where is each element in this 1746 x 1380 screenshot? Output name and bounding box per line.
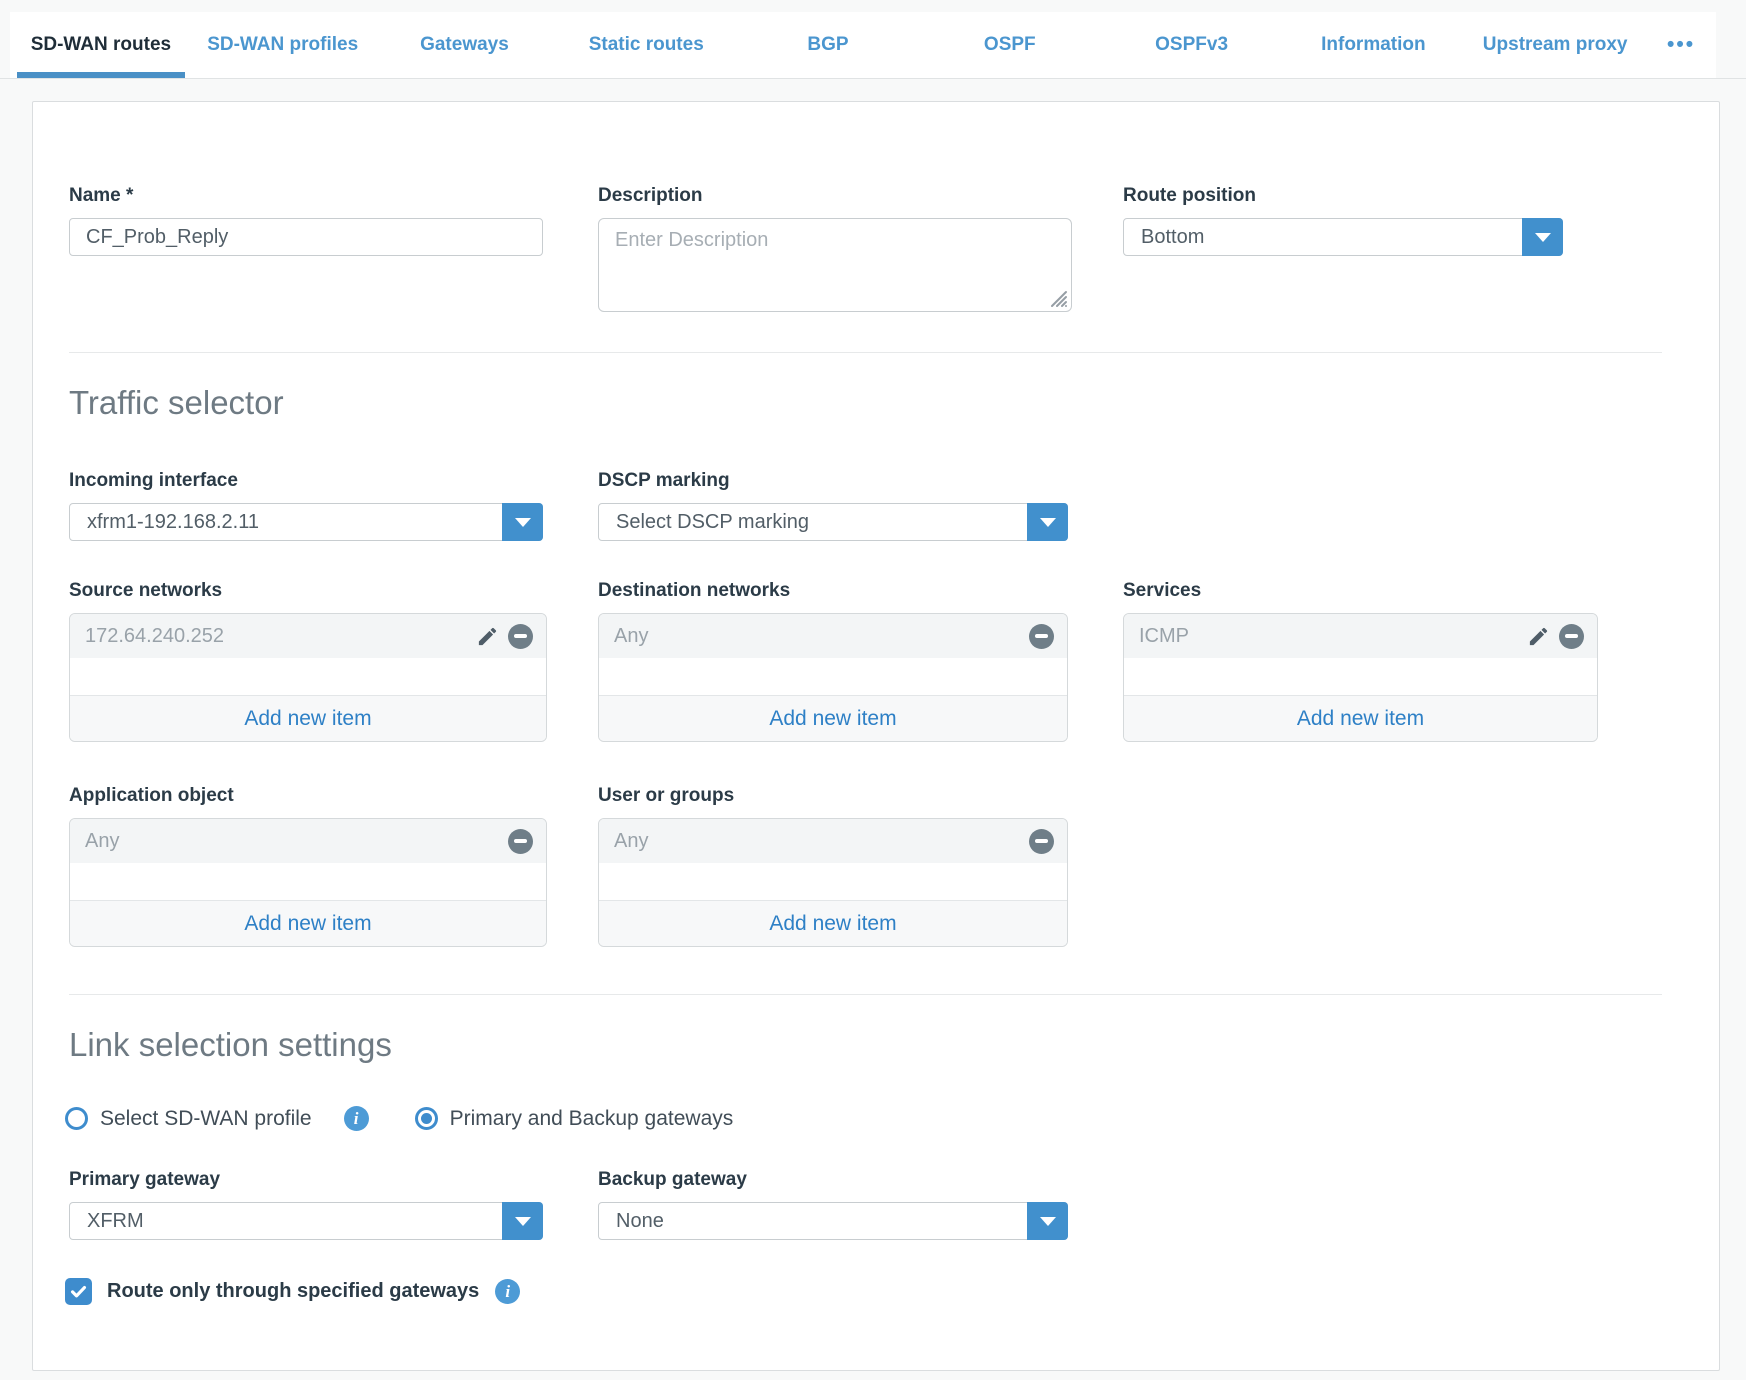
sd-wan-route-form-panel: Name * Description Route position <box>32 101 1720 1371</box>
source-networks-label: Source networks <box>69 579 547 603</box>
radio-label: Select SD-WAN profile <box>100 1107 312 1131</box>
list-empty-area <box>1124 658 1597 695</box>
dscp-marking-label: DSCP marking <box>598 469 1068 493</box>
resize-grip-icon[interactable] <box>1048 288 1068 308</box>
description-textarea[interactable] <box>598 218 1072 312</box>
tab-label: Information <box>1321 34 1426 56</box>
chevron-down-icon[interactable] <box>502 1202 543 1240</box>
traffic-selector-heading: Traffic selector <box>69 383 1719 423</box>
user-or-groups-label: User or groups <box>598 784 1068 808</box>
link-selection-heading: Link selection settings <box>69 1025 1719 1065</box>
add-new-item-button[interactable]: Add new item <box>70 695 546 741</box>
application-object-label: Application object <box>69 784 547 808</box>
tab-label: BGP <box>807 34 848 56</box>
checkmark-icon <box>69 1282 88 1301</box>
edit-icon[interactable] <box>476 625 499 648</box>
tab-label: OSPF <box>984 34 1036 56</box>
backup-gateway-select[interactable]: None <box>598 1202 1068 1240</box>
remove-icon[interactable] <box>508 829 533 854</box>
tab-label: Upstream proxy <box>1483 34 1628 56</box>
source-networks-box: 172.64.240.252 Add new item <box>69 613 547 742</box>
ellipsis-icon: ••• <box>1667 33 1695 57</box>
tabbar-bottom-border <box>0 78 1746 79</box>
edit-icon[interactable] <box>1527 625 1550 648</box>
list-item: Any <box>70 819 546 863</box>
route-position-select[interactable]: Bottom <box>1123 218 1563 256</box>
name-label: Name * <box>69 184 547 208</box>
info-icon[interactable]: i <box>344 1106 369 1131</box>
chevron-down-icon[interactable] <box>1522 218 1563 256</box>
backup-gateway-value: None <box>599 1210 664 1233</box>
list-item: Any <box>599 614 1067 658</box>
dscp-marking-value: Select DSCP marking <box>599 511 809 534</box>
tab-ospf[interactable]: OSPF <box>919 12 1101 78</box>
application-object-box: Any Add new item <box>69 818 547 947</box>
radio-select-sd-wan-profile[interactable] <box>65 1107 88 1130</box>
list-item-value: Any <box>85 830 508 853</box>
primary-gateway-label: Primary gateway <box>69 1168 547 1192</box>
divider <box>69 994 1662 995</box>
dscp-marking-select[interactable]: Select DSCP marking <box>598 503 1068 541</box>
tab-ospfv3[interactable]: OSPFv3 <box>1101 12 1283 78</box>
list-item: 172.64.240.252 <box>70 614 546 658</box>
tab-label: Gateways <box>420 34 509 56</box>
list-empty-area <box>599 863 1067 900</box>
tab-gateways[interactable]: Gateways <box>374 12 556 78</box>
chevron-down-icon[interactable] <box>1027 1202 1068 1240</box>
tab-upstream-proxy[interactable]: Upstream proxy <box>1464 12 1646 78</box>
radio-label: Primary and Backup gateways <box>450 1107 734 1131</box>
tab-bar: SD-WAN routes SD-WAN profiles Gateways S… <box>10 12 1716 78</box>
remove-icon[interactable] <box>1559 624 1584 649</box>
services-box: ICMP Add new item <box>1123 613 1598 742</box>
primary-gateway-select[interactable]: XFRM <box>69 1202 543 1240</box>
remove-icon[interactable] <box>1029 829 1054 854</box>
destination-networks-box: Any Add new item <box>598 613 1068 742</box>
remove-icon[interactable] <box>508 624 533 649</box>
add-new-item-button[interactable]: Add new item <box>1124 695 1597 741</box>
list-item-value: 172.64.240.252 <box>85 625 476 648</box>
tab-label: SD-WAN routes <box>31 34 171 56</box>
remove-icon[interactable] <box>1029 624 1054 649</box>
tab-information[interactable]: Information <box>1282 12 1464 78</box>
tab-label: Static routes <box>589 34 704 56</box>
list-empty-area <box>70 658 546 695</box>
chevron-down-icon[interactable] <box>1027 503 1068 541</box>
info-icon[interactable]: i <box>495 1279 520 1304</box>
route-only-label: Route only through specified gateways <box>107 1280 479 1303</box>
incoming-interface-value: xfrm1-192.168.2.11 <box>70 511 259 534</box>
list-item-value: ICMP <box>1139 625 1527 648</box>
name-input[interactable] <box>69 218 543 256</box>
user-or-groups-box: Any Add new item <box>598 818 1068 947</box>
list-item: Any <box>599 819 1067 863</box>
route-position-label: Route position <box>1123 184 1598 208</box>
tab-static-routes[interactable]: Static routes <box>555 12 737 78</box>
list-empty-area <box>599 658 1067 695</box>
services-label: Services <box>1123 579 1598 603</box>
chevron-down-icon[interactable] <box>502 503 543 541</box>
tabs-more-button[interactable]: ••• <box>1646 12 1716 78</box>
divider <box>69 352 1662 353</box>
incoming-interface-select[interactable]: xfrm1-192.168.2.11 <box>69 503 543 541</box>
add-new-item-button[interactable]: Add new item <box>599 900 1067 946</box>
description-label: Description <box>598 184 1068 208</box>
add-new-item-button[interactable]: Add new item <box>70 900 546 946</box>
route-position-value: Bottom <box>1124 226 1204 249</box>
list-item: ICMP <box>1124 614 1597 658</box>
tab-sd-wan-profiles[interactable]: SD-WAN profiles <box>192 12 374 78</box>
radio-primary-and-backup-gateways[interactable] <box>415 1107 438 1130</box>
destination-networks-label: Destination networks <box>598 579 1068 603</box>
list-empty-area <box>70 863 546 900</box>
list-item-value: Any <box>614 830 1029 853</box>
tab-label: SD-WAN profiles <box>207 34 358 56</box>
tab-bgp[interactable]: BGP <box>737 12 919 78</box>
add-new-item-button[interactable]: Add new item <box>599 695 1067 741</box>
incoming-interface-label: Incoming interface <box>69 469 547 493</box>
tab-label: OSPFv3 <box>1155 34 1228 56</box>
route-only-checkbox[interactable] <box>65 1278 92 1305</box>
backup-gateway-label: Backup gateway <box>598 1168 1068 1192</box>
tab-sd-wan-routes[interactable]: SD-WAN routes <box>10 12 192 78</box>
list-item-value: Any <box>614 625 1029 648</box>
primary-gateway-value: XFRM <box>70 1210 144 1233</box>
